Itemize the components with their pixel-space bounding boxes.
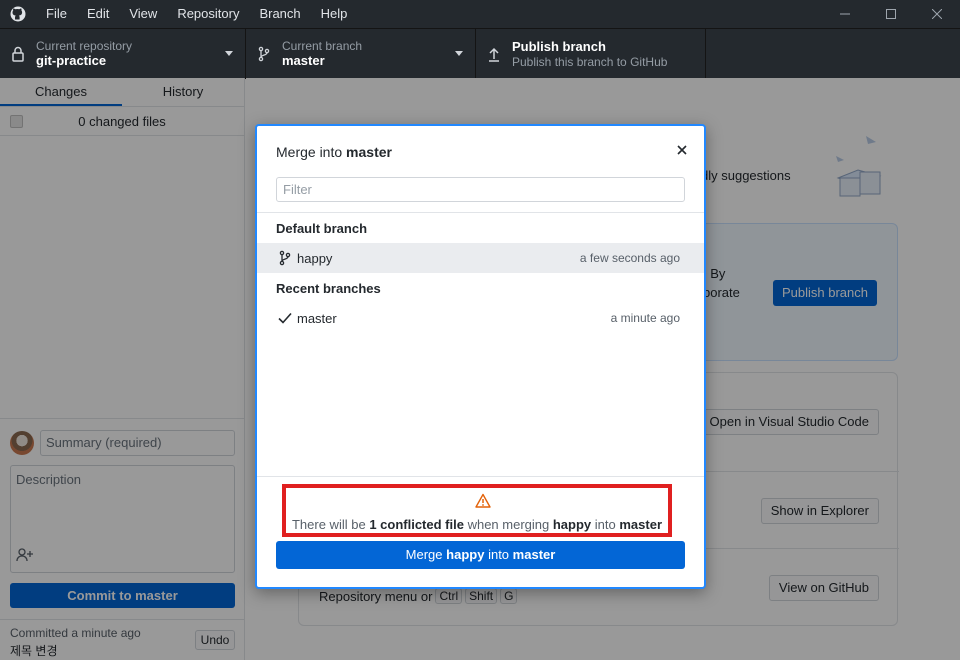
branch-item-master[interactable]: master a minute ago [257,303,704,333]
branch-time: a few seconds ago [579,251,680,265]
branch-icon [279,250,291,266]
menu-edit[interactable]: Edit [77,0,119,28]
toolbar: Current repository git-practice Current … [0,28,960,79]
branch-time: a minute ago [610,311,680,325]
merge-label-part: into [488,547,510,562]
merge-label-part: Merge [405,547,443,562]
branch-name: happy [297,251,333,266]
maximize-icon[interactable] [868,0,914,28]
repository-label: Current repository [36,39,133,53]
minimize-icon[interactable] [822,0,868,28]
merge-dialog: Merge into master Filter Default branch … [255,124,706,589]
conflict-warning-text: There will be 1 conflicted file when mer… [286,517,668,532]
dialog-title: Merge into master [276,144,392,160]
branch-list: Default branch happy a few seconds ago R… [257,212,704,326]
menu-help[interactable]: Help [311,0,358,28]
branch-name: master [282,53,325,68]
menu-view[interactable]: View [119,0,167,28]
conflicted-count: 1 conflicted file [369,517,464,532]
branch-icon [246,46,282,62]
recent-branches-header: Recent branches [276,281,381,296]
chevron-down-icon [455,51,463,56]
warning-part: into [594,517,616,532]
default-branch-header: Default branch [276,221,368,236]
current-branch-button[interactable]: Current branch master [246,29,476,79]
close-icon[interactable] [674,142,690,158]
branch-name: master [297,311,337,326]
conflict-highlight-box: There will be 1 conflicted file when mer… [282,484,672,537]
branch-item-happy[interactable]: happy a few seconds ago [257,243,704,273]
upload-icon [476,46,512,62]
chevron-down-icon [225,51,233,56]
checkmark-icon [278,312,292,324]
menu-repository[interactable]: Repository [167,0,249,28]
publish-label: Publish branch [512,39,606,54]
repository-name: git-practice [36,53,107,68]
source-branch: happy [552,517,592,532]
publish-branch-button[interactable]: Publish branch Publish this branch to Gi… [476,29,706,79]
warning-part: There will be [291,517,366,532]
dialog-title-prefix: Merge into [276,144,343,160]
filter-input[interactable]: Filter [276,177,685,202]
merge-button[interactable]: Merge happy into master [276,541,685,569]
lock-icon [0,46,36,62]
dialog-footer: There will be 1 conflicted file when mer… [257,476,704,587]
close-window-icon[interactable] [914,0,960,28]
merge-target-branch: master [512,547,556,562]
title-bar: File Edit View Repository Branch Help [0,0,960,28]
target-branch: master [619,517,663,532]
menu-branch[interactable]: Branch [249,0,310,28]
dialog-title-branch: master [346,144,392,160]
branch-label: Current branch [282,39,363,53]
warning-icon [475,493,491,508]
merge-source-branch: happy [446,547,485,562]
github-logo-icon [0,0,36,28]
menu-file[interactable]: File [36,0,77,28]
warning-part: when merging [467,517,550,532]
publish-subtitle: Publish this branch to GitHub [512,55,668,69]
current-repository-button[interactable]: Current repository git-practice [0,29,246,79]
